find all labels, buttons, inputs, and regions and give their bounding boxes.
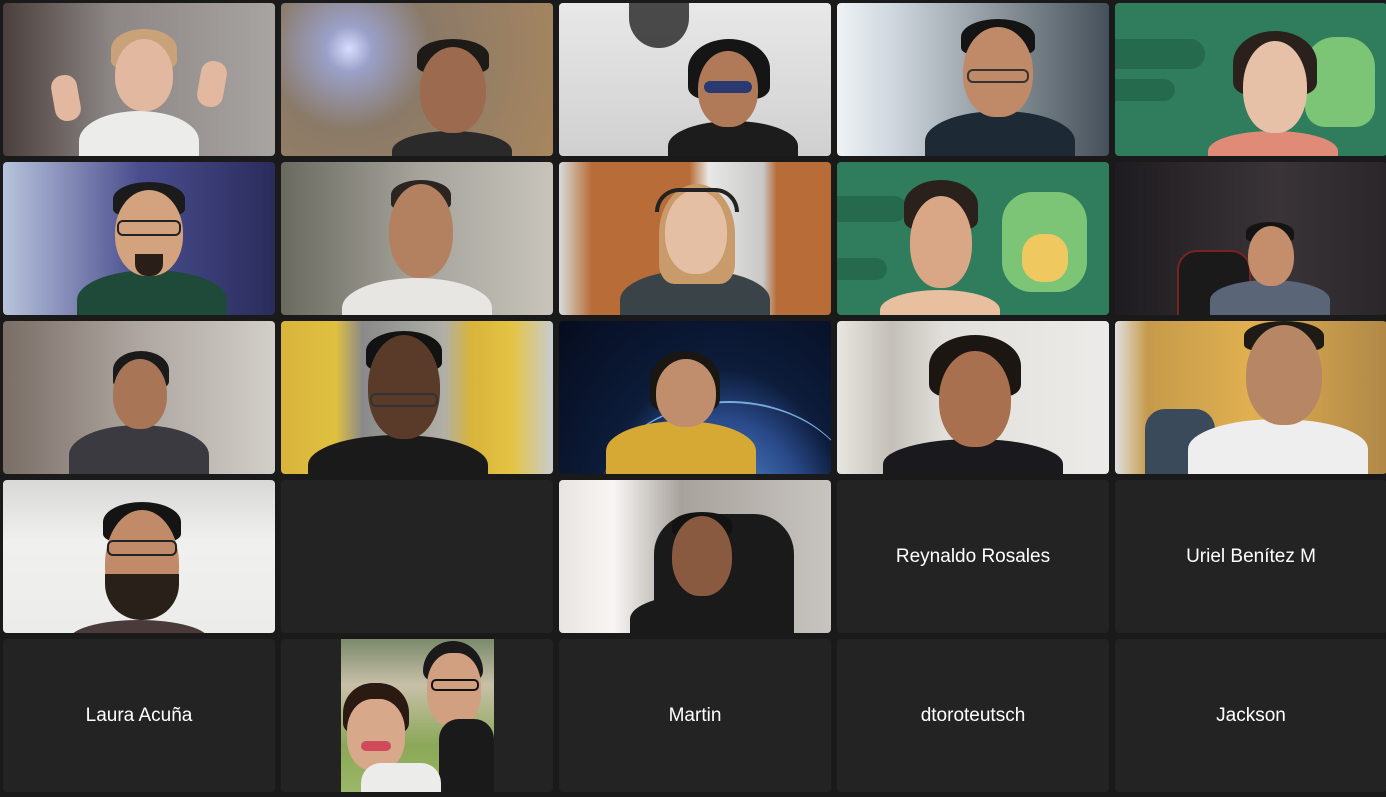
participant-tile-24[interactable]: dtoroteutsch	[837, 639, 1109, 792]
participant-tile-18[interactable]	[559, 480, 831, 633]
participant-name: Uriel Benítez M	[1186, 545, 1316, 567]
participant-tile-15[interactable]	[1115, 321, 1386, 474]
participant-figure	[873, 321, 1073, 474]
participant-figure	[327, 162, 507, 315]
participant-tile-25[interactable]: Jackson	[1115, 639, 1386, 792]
participant-tile-23[interactable]: Martin	[559, 639, 831, 792]
participant-tile-2[interactable]	[281, 3, 553, 156]
participant-figure	[59, 321, 219, 474]
gallery-view: Reynaldo Rosales Uriel Benítez M Laura A…	[0, 0, 1386, 797]
participant-figure	[49, 3, 229, 156]
participant-tile-13[interactable]	[559, 321, 831, 474]
participant-figure	[49, 480, 229, 633]
participant-tile-19[interactable]: Reynaldo Rosales	[837, 480, 1109, 633]
participant-figure	[620, 480, 780, 633]
participant-tile-21[interactable]: Laura Acuña	[3, 639, 275, 792]
participant-tile-9[interactable]	[837, 162, 1109, 315]
participant-figure	[1193, 3, 1353, 156]
participant-figure	[905, 3, 1085, 156]
participant-tile-22[interactable]	[281, 639, 553, 792]
participant-figure	[648, 3, 808, 156]
participant-tile-11[interactable]	[3, 321, 275, 474]
participant-name: Martin	[668, 704, 722, 726]
participant-figure	[372, 3, 532, 156]
participant-tile-14[interactable]	[837, 321, 1109, 474]
participant-name: Laura Acuña	[85, 704, 193, 726]
participant-figure	[605, 162, 785, 315]
participant-tile-6[interactable]	[3, 162, 275, 315]
participant-name: Jackson	[1216, 704, 1286, 726]
participant-tile-16[interactable]	[3, 480, 275, 633]
participant-tile-10[interactable]	[1115, 162, 1386, 315]
participant-tile-5[interactable]	[1115, 3, 1386, 156]
participant-figure	[596, 321, 766, 474]
participant-tile-4[interactable]	[837, 3, 1109, 156]
participant-tile-12[interactable]	[281, 321, 553, 474]
participant-figure	[1200, 162, 1340, 315]
participant-figure	[1178, 321, 1378, 474]
participant-figure	[57, 162, 237, 315]
profile-photo	[341, 639, 494, 792]
participant-figure	[298, 321, 498, 474]
participant-tile-17[interactable]	[281, 480, 553, 633]
participant-video-off	[281, 480, 553, 633]
participant-tile-1[interactable]	[3, 3, 275, 156]
participant-name: dtoroteutsch	[920, 704, 1026, 726]
participant-tile-8[interactable]	[559, 162, 831, 315]
participant-name: Reynaldo Rosales	[895, 545, 1051, 567]
participant-figure	[870, 162, 1010, 315]
participant-tile-20[interactable]: Uriel Benítez M	[1115, 480, 1386, 633]
participant-tile-7[interactable]	[281, 162, 553, 315]
participant-tile-3[interactable]	[559, 3, 831, 156]
